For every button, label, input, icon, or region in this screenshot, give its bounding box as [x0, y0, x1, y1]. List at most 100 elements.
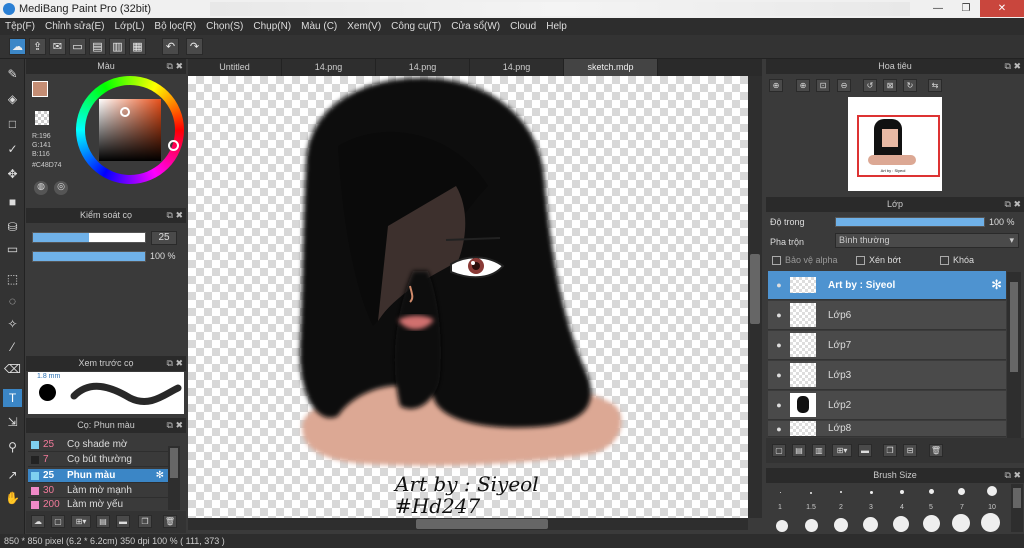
vertical-scroll-thumb[interactable] — [750, 254, 760, 324]
bucket-tool-icon[interactable]: ⛁ — [3, 218, 22, 236]
pen-tool-icon[interactable]: ✓ — [3, 140, 22, 158]
minimize-button[interactable]: — — [924, 0, 952, 17]
horizontal-scroll-thumb[interactable] — [416, 519, 548, 529]
layer-row[interactable]: ● Lớp3 — [768, 361, 1006, 390]
menu-color[interactable]: Màu (C) — [296, 21, 342, 32]
layer-opacity-slider[interactable] — [835, 217, 985, 227]
cloud-icon[interactable]: ☁ — [9, 38, 26, 55]
brush-size-preset[interactable] — [863, 517, 878, 532]
menu-edit[interactable]: Chỉnh sửa(E) — [40, 21, 110, 32]
brush-size-slider[interactable] — [32, 232, 146, 243]
drawing-canvas[interactable]: Art by : Siyeol #Hd247 — [188, 76, 748, 518]
new-brush-icon[interactable]: ▢ — [51, 515, 65, 528]
fit-screen-icon[interactable]: ⊡ — [816, 79, 830, 92]
add-brush-icon[interactable]: ⊞▾ — [71, 515, 91, 528]
gear-icon[interactable]: ✻ — [156, 470, 164, 481]
brush-size-value[interactable]: 25 — [151, 231, 177, 245]
redo-icon[interactable]: ↷ — [186, 38, 203, 55]
trash-icon[interactable]: 🗑 — [929, 444, 943, 457]
navigator-thumbnail[interactable]: Art by : Siyeol — [848, 97, 942, 191]
menu-window[interactable]: Cửa sổ(W) — [446, 21, 505, 32]
tab-14-png[interactable]: 14.png — [470, 59, 564, 76]
menu-cloud[interactable]: Cloud — [505, 21, 541, 32]
hand-tool-icon[interactable]: ✋ — [3, 489, 22, 507]
flip-icon[interactable]: ⇆ — [928, 79, 942, 92]
visibility-icon[interactable]: ● — [768, 424, 790, 434]
brush-tool-icon[interactable]: ✎ — [3, 65, 22, 83]
menu-layer[interactable]: Lớp(L) — [110, 21, 150, 32]
panel-controls-icon[interactable]: ⧉ ✖ — [1005, 468, 1021, 483]
menu-tools[interactable]: Công cụ(T) — [386, 21, 446, 32]
brush-size-preset[interactable] — [958, 488, 965, 495]
new-halftone-layer-icon[interactable]: ▤ — [792, 444, 806, 457]
layer-list-scrollbar[interactable] — [1007, 272, 1021, 442]
eyedropper-icon[interactable]: ↗ — [3, 466, 22, 484]
panel-controls-icon[interactable]: ⧉ ✖ — [1005, 59, 1021, 74]
brush-size-preset[interactable] — [810, 492, 812, 494]
layer-row[interactable]: ● Lớp6 — [768, 301, 1006, 330]
brush-size-preset[interactable] — [987, 486, 997, 496]
saturation-square[interactable] — [99, 99, 161, 161]
comment-icon[interactable]: ✉ — [49, 38, 66, 55]
brush-size-preset[interactable] — [923, 515, 940, 532]
maximize-button[interactable]: ❐ — [952, 0, 980, 17]
move-tool-icon[interactable]: ✥ — [3, 165, 22, 183]
layer-row-selected[interactable]: ● Art by : Siyeol ✻ — [768, 271, 1006, 300]
brush-size-preset[interactable] — [805, 519, 818, 532]
eraser-tool-icon[interactable]: ◈ — [3, 90, 22, 108]
protect-alpha-checkbox[interactable]: Bảo vệ alpha — [772, 255, 838, 266]
brush-size-preset[interactable] — [840, 491, 842, 493]
brush-size-preset[interactable] — [952, 514, 970, 532]
select-tool-icon[interactable]: ⬚ — [3, 270, 22, 288]
merge-layer-icon[interactable]: ⊟ — [903, 444, 917, 457]
brush-size-preset[interactable] — [981, 513, 1000, 532]
brush-folder-icon[interactable]: ▬ — [116, 515, 130, 528]
tab-14-png[interactable]: 14.png — [376, 59, 470, 76]
clipping-checkbox[interactable]: Xén bớt — [856, 255, 901, 266]
brush-list-scrollbar[interactable] — [168, 446, 180, 510]
palette-add-icon[interactable]: ◎ — [54, 181, 68, 195]
saturation-picker[interactable] — [120, 107, 130, 117]
visibility-icon[interactable]: ● — [768, 310, 790, 320]
reset-rotation-icon[interactable]: ⊠ — [883, 79, 897, 92]
color-wheel[interactable] — [76, 76, 184, 184]
canvas-horizontal-scrollbar[interactable] — [188, 518, 748, 530]
palette-icon[interactable]: ◍ — [34, 181, 48, 195]
upload-icon[interactable]: ⇪ — [29, 38, 46, 55]
visibility-icon[interactable]: ● — [768, 280, 790, 290]
brush-size-preset[interactable] — [780, 492, 781, 493]
fill-rect-tool-icon[interactable]: ■ — [3, 193, 22, 211]
close-button[interactable]: ✕ — [980, 0, 1024, 17]
duplicate-layer-icon[interactable]: ❐ — [883, 444, 897, 457]
brush-size-preset[interactable] — [870, 491, 873, 494]
layer-row[interactable]: ● Lớp2 — [768, 391, 1006, 420]
canvas-vertical-scrollbar[interactable] — [748, 76, 762, 518]
grid-icon[interactable]: ▦ — [129, 38, 146, 55]
brush-opacity-slider[interactable] — [32, 251, 146, 262]
duplicate-brush-icon[interactable]: ❐ — [138, 515, 152, 528]
tab-sketch-mdp[interactable]: sketch.mdp — [564, 59, 658, 76]
tab-14-png[interactable]: 14.png — [282, 59, 376, 76]
gear-icon[interactable]: ✻ — [991, 277, 1002, 293]
new-8bit-layer-icon[interactable]: ▥ — [812, 444, 826, 457]
new-layer-icon[interactable]: ▢ — [772, 444, 786, 457]
brush-size-preset[interactable] — [834, 518, 848, 532]
visibility-icon[interactable]: ● — [768, 370, 790, 380]
panel-controls-icon[interactable]: ⧉ ✖ — [1005, 197, 1021, 212]
gradient-tool-icon[interactable]: ▭ — [3, 240, 22, 258]
add-layer-menu-icon[interactable]: ⊞▾ — [832, 444, 852, 457]
brush-item-selected[interactable]: 25 Phun màu ✻ — [28, 469, 168, 483]
lock-checkbox[interactable]: Khóa — [940, 255, 974, 266]
transparent-swatch[interactable] — [35, 111, 49, 125]
document-icon[interactable]: ▤ — [89, 38, 106, 55]
select-pen-icon[interactable]: ⁄ — [3, 338, 22, 356]
menu-capture[interactable]: Chụp(N) — [248, 21, 296, 32]
select-eraser-icon[interactable]: ⌫ — [3, 360, 22, 378]
dropper-tool-icon[interactable]: ⚲ — [3, 438, 22, 456]
panel-controls-icon[interactable]: ⧉ ✖ — [167, 418, 183, 433]
menu-view[interactable]: Xem(V) — [342, 21, 386, 32]
document-list-icon[interactable]: ▥ — [109, 38, 126, 55]
zoom-out-icon[interactable]: ⊖ — [837, 79, 851, 92]
menu-select[interactable]: Chọn(S) — [201, 21, 248, 32]
operation-tool-icon[interactable]: ⇲ — [3, 413, 22, 431]
